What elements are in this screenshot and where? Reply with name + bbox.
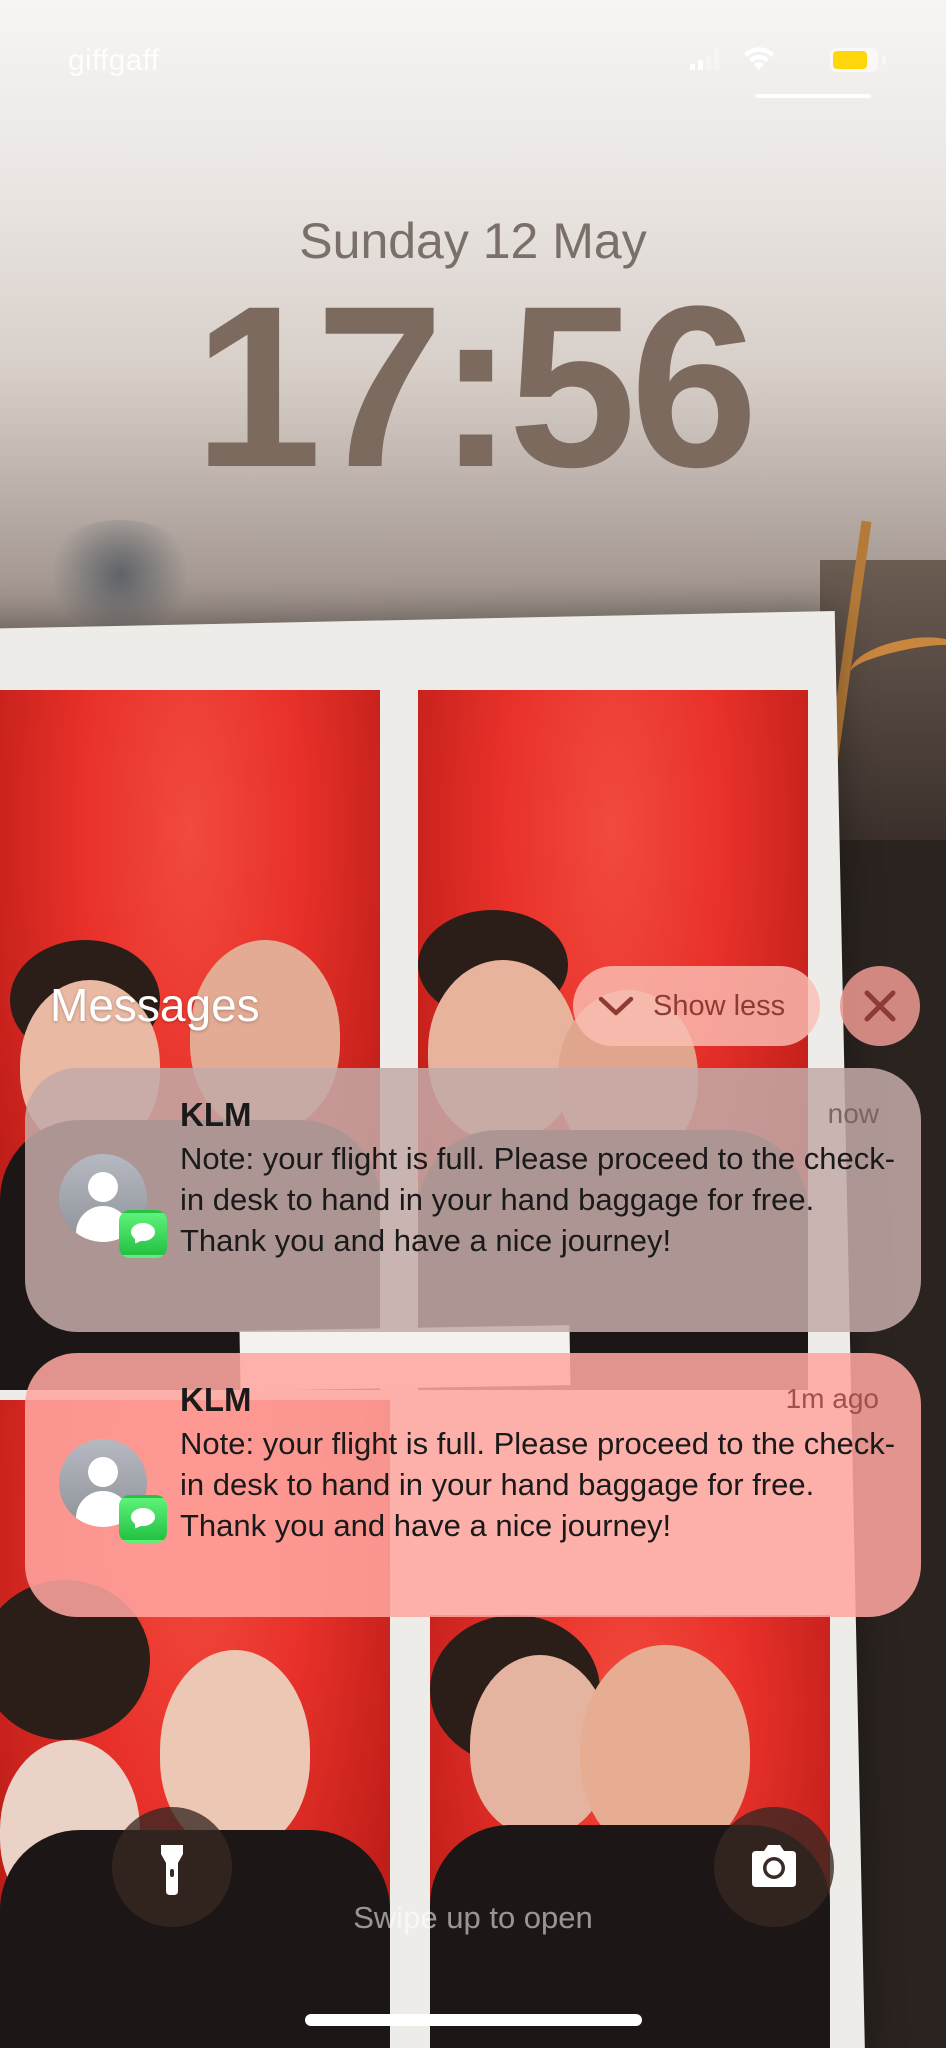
wifi-icon [744, 47, 774, 70]
notification-body: Note: your flight is full. Please procee… [180, 1141, 896, 1258]
lock-screen: giffgaff Sunday 12 May 17:56 Messages Sh… [0, 0, 946, 2048]
swipe-up-hint: Swipe up to open [353, 1900, 593, 1935]
notification-sender: KLM [180, 1096, 252, 1133]
cellular-signal-icon [690, 48, 719, 70]
show-less-button[interactable]: Show less [573, 966, 820, 1046]
notification-sender: KLM [180, 1381, 252, 1418]
status-icons [666, 47, 886, 72]
show-less-label: Show less [653, 989, 786, 1022]
notification-time: now [827, 1098, 879, 1129]
control-center-grabber[interactable] [755, 94, 871, 98]
messages-app-icon [119, 1495, 167, 1543]
clear-notifications-button[interactable] [840, 966, 920, 1046]
close-icon [864, 990, 896, 1022]
battery-icon [830, 48, 886, 72]
notification-time: 1m ago [785, 1383, 879, 1414]
notification-card[interactable]: KLM 1m ago Note: your flight is full. Pl… [25, 1353, 921, 1617]
notification-group-title: Messages [50, 979, 260, 1031]
chevron-down-icon [598, 996, 634, 1016]
wallpaper-blur [40, 520, 200, 630]
lock-time: 17:56 [193, 258, 758, 515]
notification-card[interactable]: KLM now Note: your flight is full. Pleas… [25, 1068, 921, 1332]
notification-body: Note: your flight is full. Please procee… [180, 1426, 896, 1543]
battery-level-fill [833, 51, 867, 69]
messages-app-icon [119, 1210, 167, 1258]
home-indicator[interactable] [305, 2014, 642, 2026]
carrier-name: giffgaff [68, 44, 160, 77]
